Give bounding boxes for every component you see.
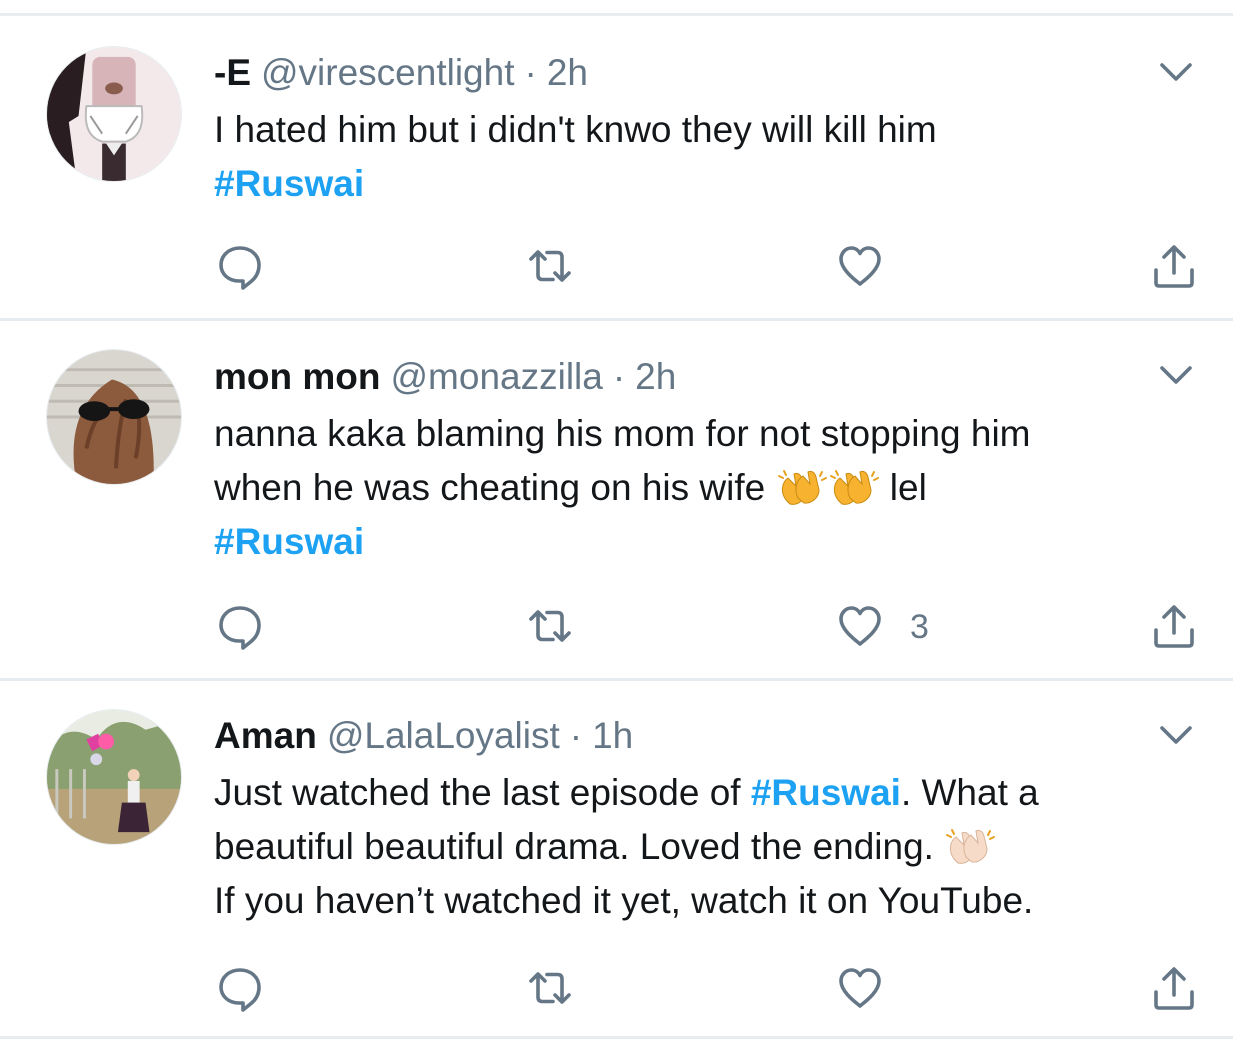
reply-icon xyxy=(216,242,264,290)
tweet[interactable]: mon mon @monazzilla · 2h nanna kaka blaming… xyxy=(0,321,1233,679)
like-icon xyxy=(836,602,884,650)
share-button[interactable] xyxy=(1150,964,1198,1014)
avatar-anime-girl-icon xyxy=(47,47,181,181)
clapping-hands-light-skin-emoji xyxy=(944,825,996,865)
user-handle[interactable]: @virescentlight xyxy=(261,52,515,93)
separator-dot: · xyxy=(612,356,626,397)
like-icon xyxy=(836,964,884,1012)
timestamp[interactable]: 1h xyxy=(592,715,633,756)
tweet-text: nanna kaka blaming his mom for not stopp… xyxy=(214,407,1204,569)
reply-icon xyxy=(216,602,264,650)
tweet-header: Aman @LalaLoyalist · 1h xyxy=(214,714,1204,758)
like-count: 3 xyxy=(910,608,929,646)
tweet-text-line: I hated him but i didn't knwo they will … xyxy=(214,109,937,150)
avatar[interactable] xyxy=(46,46,182,182)
hashtag-link[interactable]: #Ruswai xyxy=(751,772,901,813)
tweet-text-line: If you haven’t watched it yet, watch it … xyxy=(214,880,1034,921)
tweet-text-line: Just watched the last episode of xyxy=(214,772,741,813)
avatar[interactable] xyxy=(46,349,182,485)
tweet-text-line: nanna kaka blaming his mom for not stopp… xyxy=(214,413,1031,454)
display-name[interactable]: Aman xyxy=(214,715,317,756)
share-icon xyxy=(1150,242,1198,290)
like-button[interactable] xyxy=(836,242,884,292)
share-button[interactable] xyxy=(1150,242,1198,292)
retweet-button[interactable] xyxy=(526,964,574,1014)
retweet-button[interactable] xyxy=(526,242,574,292)
like-button[interactable] xyxy=(836,964,884,1014)
clapping-hands-emoji xyxy=(776,466,828,506)
tweet-text: I hated him but i didn't knwo they will … xyxy=(214,103,1204,211)
tweet-text-line: when he was cheating on his wife xyxy=(214,467,766,508)
timestamp[interactable]: 2h xyxy=(635,356,676,397)
like-button[interactable]: 3 xyxy=(836,602,929,652)
hashtag-link[interactable]: #Ruswai xyxy=(214,521,364,562)
retweet-button[interactable] xyxy=(526,602,574,652)
separator-dot: · xyxy=(569,715,583,756)
tweet-header: -E @virescentlight · 2h xyxy=(214,51,1204,95)
separator-dot: · xyxy=(524,52,537,93)
share-button[interactable] xyxy=(1150,602,1198,652)
tweet-actions xyxy=(0,242,1233,292)
tweet-text-word: lel xyxy=(889,467,927,508)
reply-button[interactable] xyxy=(216,964,264,1014)
tweet-text-line: beautiful beautiful drama. Loved the end… xyxy=(214,826,934,867)
tweet-text-line: . What a xyxy=(900,772,1039,813)
share-icon xyxy=(1150,602,1198,650)
retweet-icon xyxy=(526,242,574,290)
share-icon xyxy=(1150,964,1198,1012)
clapping-hands-emoji xyxy=(828,466,880,506)
tweet-header: mon mon @monazzilla · 2h xyxy=(214,355,1204,399)
retweet-icon xyxy=(526,964,574,1012)
tweet-text: Just watched the last episode of #Ruswai… xyxy=(214,766,1204,928)
reply-button[interactable] xyxy=(216,242,264,292)
reply-button[interactable] xyxy=(216,602,264,652)
like-icon xyxy=(836,242,884,290)
user-handle[interactable]: @LalaLoyalist xyxy=(327,715,560,756)
user-handle[interactable]: @monazzilla xyxy=(390,356,602,397)
avatar-hair-sunglasses-icon xyxy=(47,350,181,484)
bottom-divider xyxy=(0,1036,1233,1039)
tweet-actions xyxy=(0,964,1233,1014)
retweet-icon xyxy=(526,602,574,650)
avatar-girl-balloons-icon xyxy=(47,710,181,844)
hashtag-link[interactable]: #Ruswai xyxy=(214,163,364,204)
timestamp[interactable]: 2h xyxy=(547,52,588,93)
tweet[interactable]: Aman @LalaLoyalist · 1h Just watched the la… xyxy=(0,681,1233,1037)
reply-icon xyxy=(216,964,264,1012)
tweet[interactable]: -E @virescentlight · 2h I hated him but i d… xyxy=(0,16,1233,320)
display-name[interactable]: mon mon xyxy=(214,356,380,397)
tweet-actions: 3 xyxy=(0,602,1233,652)
avatar[interactable] xyxy=(46,709,182,845)
display-name[interactable]: -E xyxy=(214,52,251,93)
